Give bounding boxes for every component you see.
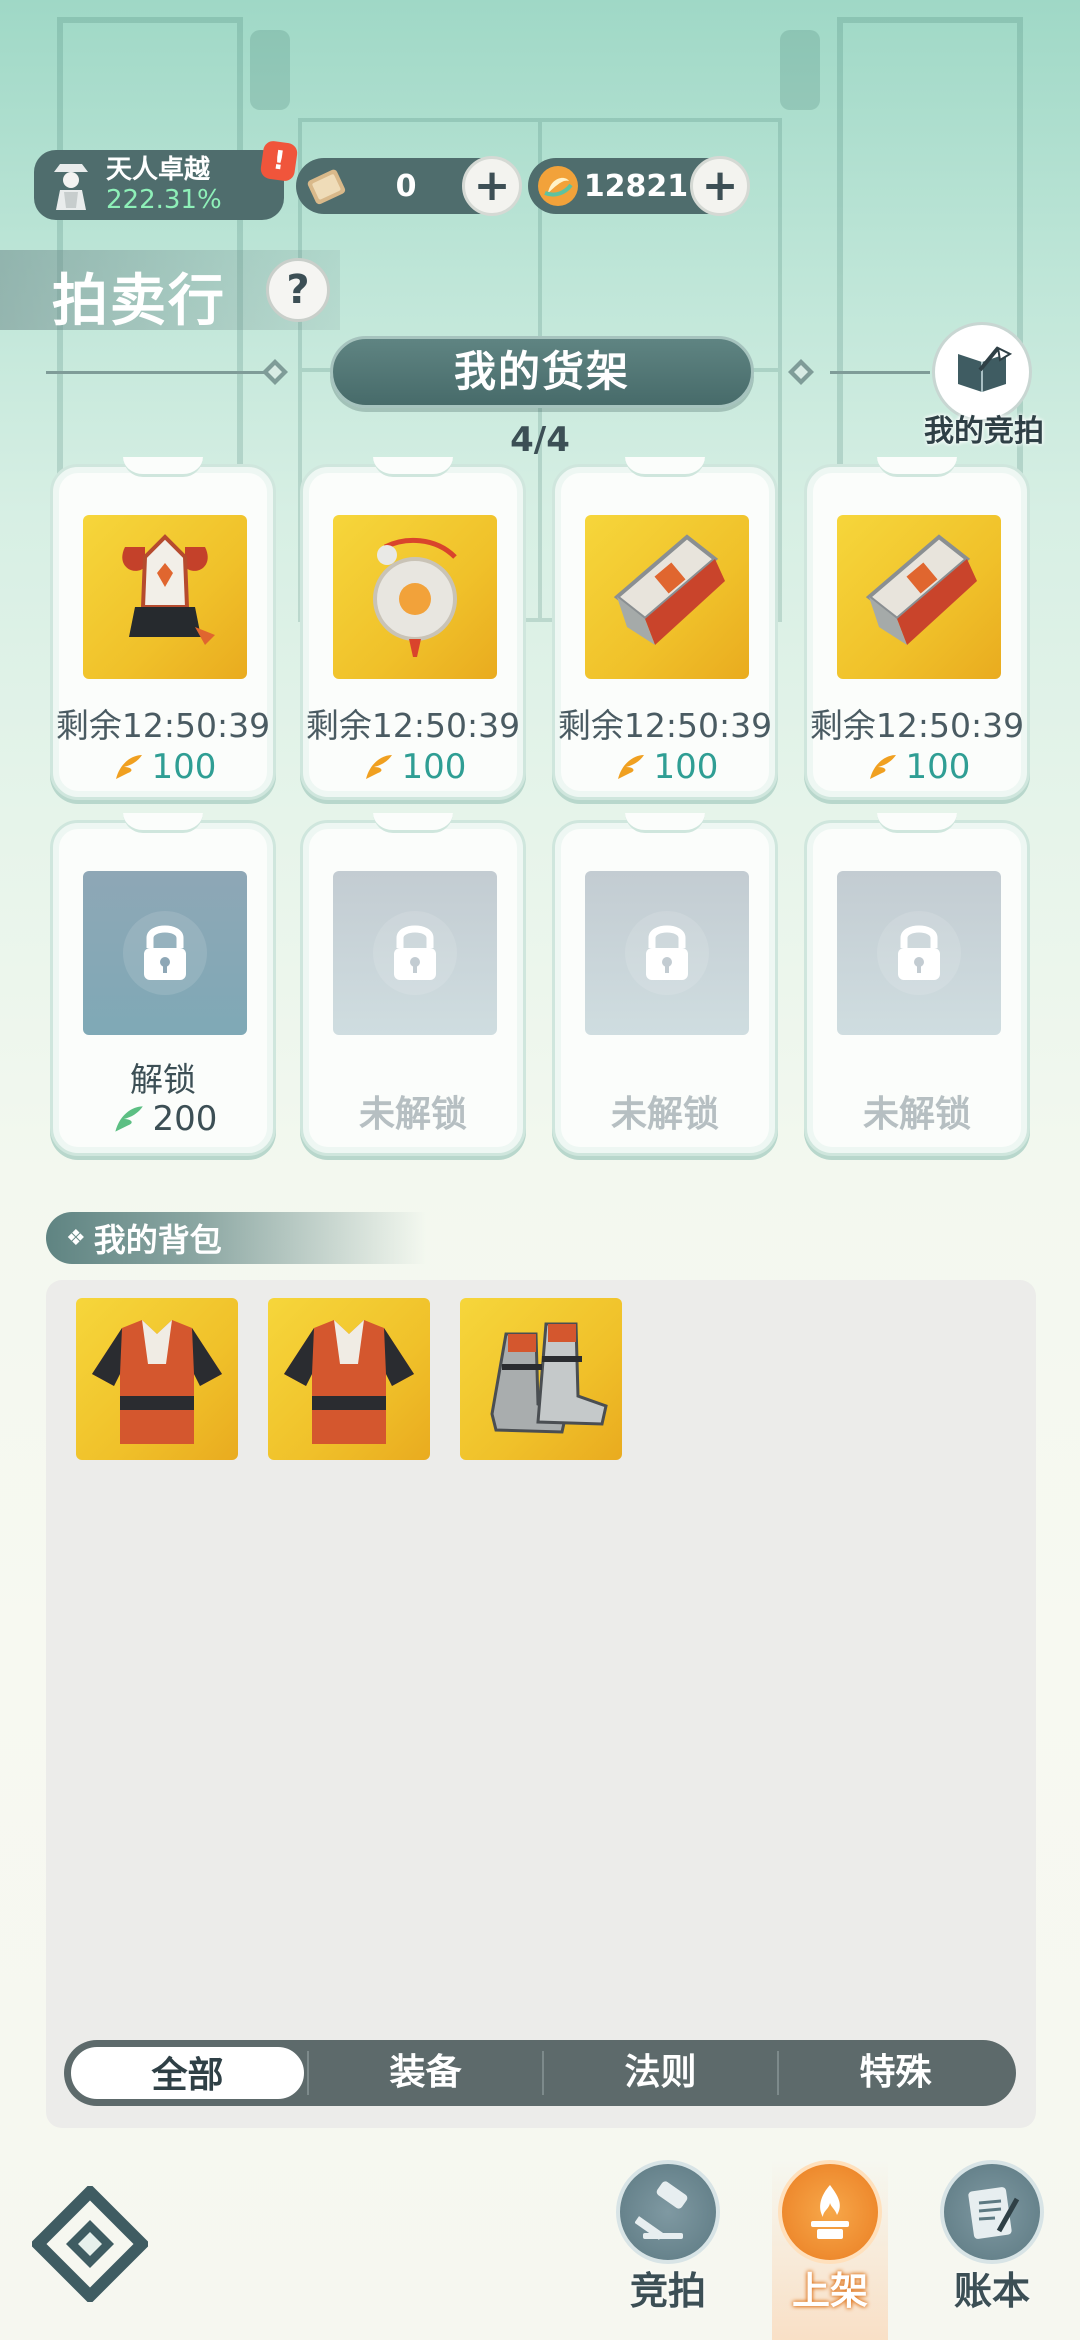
divider-left	[46, 371, 270, 374]
bag-filter-bar: 全部 装备 法则 特殊	[64, 2040, 1016, 2106]
add-ticket-button[interactable]: +	[462, 156, 522, 216]
ornament-diamond-icon	[788, 359, 814, 385]
jade-pendant-icon	[333, 515, 497, 679]
bag-title: 我的背包	[93, 1221, 222, 1259]
bag-item-robe[interactable]	[76, 1298, 238, 1460]
rank-percent: 222.31%	[106, 185, 222, 215]
gold-feather-icon	[869, 755, 896, 779]
gold-feather-icon	[115, 755, 142, 779]
nav-ledger-label: 账本	[953, 2269, 1030, 2313]
currency-ticket: 0 +	[296, 156, 522, 216]
shelf-slot-locked: 未解锁	[804, 813, 1030, 1156]
shelf-slot-3[interactable]: 剩余12:50:39 100	[552, 457, 778, 800]
slot-price: 100	[53, 747, 273, 787]
slot-timer: 剩余12:50:39	[809, 706, 1025, 745]
scroll-ticket-icon	[302, 162, 350, 210]
lock-icon	[585, 871, 749, 1035]
locked-label: 未解锁	[862, 1094, 971, 1135]
help-button[interactable]: ?	[266, 258, 330, 322]
crown-helmet-icon	[83, 515, 247, 679]
ticket-value: 0	[395, 168, 417, 204]
slot-timer: 剩余12:50:39	[305, 706, 521, 745]
jade-value: 12821	[583, 168, 689, 204]
unlock-price-value: 200	[152, 1099, 218, 1139]
bracer-icon	[585, 515, 749, 679]
slot-price: 100	[303, 747, 523, 787]
slot-price: 100	[807, 747, 1027, 787]
alert-badge: !	[259, 139, 299, 183]
page-title: 拍卖行	[52, 269, 226, 334]
rank-avatar-icon	[44, 158, 98, 212]
shelf-slot-2[interactable]: 剩余12:50:39 100	[300, 457, 526, 800]
shelf-slot-locked: 未解锁	[300, 813, 526, 1156]
slot-timer: 剩余12:50:39	[557, 706, 773, 745]
shelf-count: 4/4	[510, 420, 570, 460]
slot-timer: 剩余12:50:39	[55, 706, 271, 745]
my-bids-label: 我的竞拍	[924, 414, 1044, 449]
divider-right	[830, 371, 930, 374]
slot-price-value: 100	[401, 747, 467, 787]
shelf-slot-1[interactable]: 剩余12:50:39 100	[50, 457, 276, 800]
nav-bid-label: 竞拍	[629, 2269, 706, 2313]
slot-price: 100	[555, 747, 775, 787]
shelf-title: 我的货架	[330, 336, 754, 408]
gavel-icon	[616, 2160, 720, 2264]
slot-price-value: 100	[151, 747, 217, 787]
robe-armor-icon	[92, 1320, 222, 1444]
bag-item-robe[interactable]	[268, 1298, 430, 1460]
bullet-diamond-icon: ❖	[66, 1225, 86, 1251]
lock-icon	[83, 871, 247, 1035]
add-jade-button[interactable]: +	[690, 156, 750, 216]
gold-feather-icon	[365, 755, 392, 779]
filter-tab-special[interactable]: 特殊	[779, 2044, 1012, 2102]
rank-title: 天人卓越	[106, 155, 211, 185]
nav-ledger[interactable]: 账本	[932, 2160, 1052, 2340]
my-bids-button[interactable]: 我的竞拍	[924, 322, 1044, 449]
lock-icon	[333, 871, 497, 1035]
bag-header: ❖ 我的背包	[46, 1212, 426, 1264]
filter-tab-rules[interactable]: 法则	[544, 2044, 777, 2102]
currency-jade: 12821 +	[528, 156, 750, 216]
ledger-icon	[940, 2160, 1044, 2264]
rank-badge[interactable]: 天人卓越 222.31%	[34, 150, 284, 220]
jade-coin-icon	[534, 162, 582, 210]
slot-price-value: 100	[653, 747, 719, 787]
locked-label: 未解锁	[610, 1094, 719, 1135]
filter-tab-all[interactable]: 全部	[68, 2044, 307, 2102]
green-feather-icon	[114, 1106, 143, 1132]
unlock-price: 200	[53, 1099, 273, 1139]
nav-bid[interactable]: 竞拍	[608, 2160, 728, 2340]
home-diamond-icon[interactable]	[32, 2186, 148, 2302]
shelf-slot-locked: 未解锁	[552, 813, 778, 1156]
boots-icon	[490, 1322, 608, 1434]
shelf-slot-unlock[interactable]: 解锁 200	[50, 813, 276, 1156]
bracer-icon	[837, 515, 1001, 679]
nav-list[interactable]: 上架	[770, 2160, 890, 2340]
locked-label: 未解锁	[358, 1094, 467, 1135]
gold-feather-icon	[617, 755, 644, 779]
slot-price-value: 100	[905, 747, 971, 787]
robe-armor-icon	[284, 1320, 414, 1444]
flame-stand-icon	[778, 2160, 882, 2264]
nav-list-label: 上架	[791, 2269, 868, 2313]
ornament-diamond-icon	[262, 359, 288, 385]
shelf-slot-4[interactable]: 剩余12:50:39 100	[804, 457, 1030, 800]
bag-item-boots[interactable]	[460, 1298, 622, 1460]
unlock-label: 解锁	[130, 1060, 196, 1099]
filter-tab-equipment[interactable]: 装备	[309, 2044, 542, 2102]
lock-icon	[837, 871, 1001, 1035]
